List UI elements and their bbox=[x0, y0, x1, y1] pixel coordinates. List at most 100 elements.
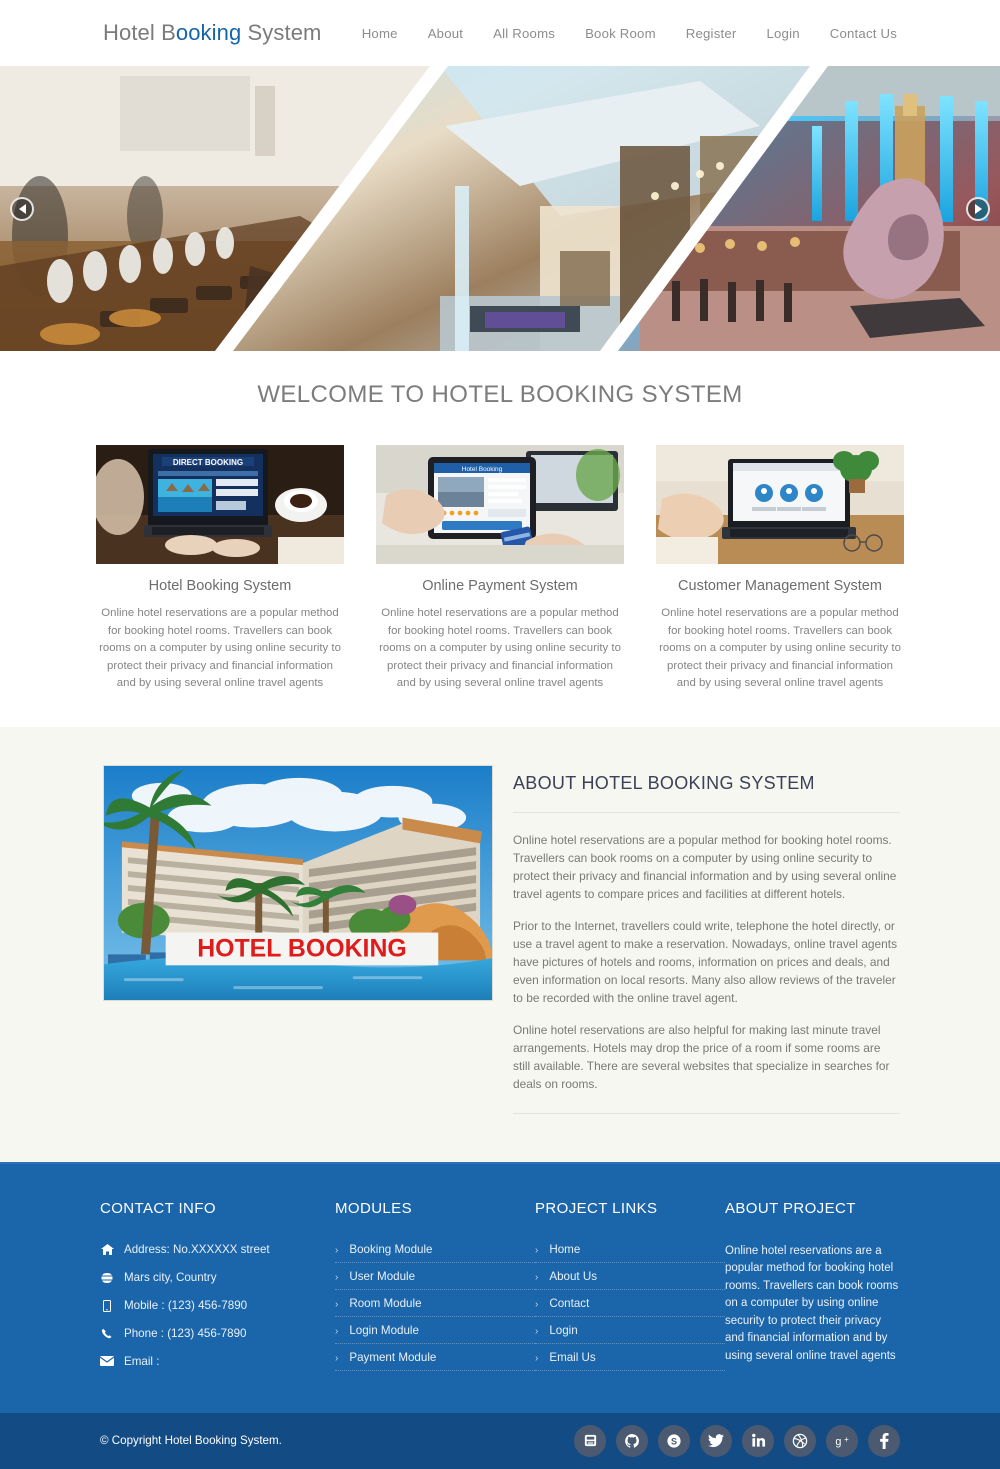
about-project-text: Online hotel reservations are a popular … bbox=[725, 1244, 899, 1362]
feature-title: Online Payment System bbox=[422, 578, 578, 594]
chevron-right-icon: › bbox=[335, 1325, 339, 1337]
feature-image-customer-management bbox=[656, 445, 904, 564]
hero-carousel bbox=[0, 66, 1000, 351]
nav-item-about[interactable]: About bbox=[428, 26, 463, 41]
twitter-icon[interactable] bbox=[700, 1424, 732, 1457]
nav-item-book-room[interactable]: Book Room bbox=[585, 26, 656, 41]
copyright-bar: © Copyright Hotel Booking System. S g + bbox=[0, 1412, 1000, 1469]
contact-row-email: Email : bbox=[100, 1355, 335, 1368]
home-icon bbox=[100, 1243, 114, 1255]
project-link-email-us[interactable]: › Email Us bbox=[535, 1351, 725, 1364]
footer-heading-contact: CONTACT INFO bbox=[100, 1199, 216, 1217]
feature-image-online-payment: Hotel Booking bbox=[376, 445, 624, 564]
feature-text: Online hotel reservations are a popular … bbox=[379, 607, 621, 689]
about-body: ABOUT HOTEL BOOKING SYSTEM Online hotel … bbox=[513, 765, 900, 1114]
about-paragraph-2: Prior to the Internet, travellers could … bbox=[513, 918, 898, 1005]
chevron-left-icon bbox=[18, 203, 26, 214]
footer-heading-modules: MODULES bbox=[335, 1199, 412, 1217]
project-link-label: Login bbox=[549, 1323, 578, 1337]
footer-columns: CONTACT INFO Address: No.XXXXXX street M… bbox=[0, 1200, 1000, 1383]
module-label: Room Module bbox=[349, 1296, 422, 1310]
nav-item-contact-us[interactable]: Contact Us bbox=[830, 26, 897, 41]
main-navigation: Home About All Rooms Book Room Register … bbox=[362, 26, 1000, 41]
contact-address-text: Address: No.XXXXXX street bbox=[124, 1242, 270, 1256]
brand-text-part1: Hotel B bbox=[103, 20, 176, 45]
list-item: › Contact bbox=[535, 1297, 725, 1317]
list-item: › Room Module bbox=[335, 1297, 535, 1317]
feature-title: Hotel Booking System bbox=[148, 578, 292, 594]
brand-logo[interactable]: Hotel Booking System bbox=[103, 20, 321, 46]
chevron-right-icon: › bbox=[335, 1271, 339, 1283]
module-label: Login Module bbox=[349, 1323, 419, 1337]
project-link-label: Email Us bbox=[549, 1350, 596, 1364]
nav-item-home[interactable]: Home bbox=[362, 26, 398, 41]
contact-city-text: Mars city, Country bbox=[124, 1270, 217, 1284]
list-item: › Login bbox=[535, 1324, 725, 1344]
footer-column-modules: MODULES › Booking Module › User Module › Ro… bbox=[335, 1200, 535, 1383]
youtube-icon[interactable] bbox=[574, 1424, 606, 1457]
footer-column-about-project: ABOUT PROJECT Online hotel reservations … bbox=[725, 1200, 900, 1383]
contact-row-city: Mars city, Country bbox=[100, 1271, 335, 1284]
nav-item-register[interactable]: Register bbox=[686, 26, 737, 41]
contact-row-phone: Phone : (123) 456-7890 bbox=[100, 1327, 335, 1340]
feature-image-hotel-booking: DIRECT BOOKING bbox=[96, 445, 344, 564]
list-item: › Payment Module bbox=[335, 1351, 535, 1371]
list-item: › Home bbox=[535, 1243, 725, 1263]
module-link-room[interactable]: › Room Module bbox=[335, 1297, 535, 1310]
chevron-right-icon: › bbox=[335, 1244, 339, 1256]
feature-text: Online hotel reservations are a popular … bbox=[99, 607, 341, 689]
carousel-next-button[interactable] bbox=[966, 196, 990, 221]
contact-row-address: Address: No.XXXXXX street bbox=[100, 1243, 335, 1256]
module-link-user[interactable]: › User Module bbox=[335, 1270, 535, 1283]
contact-email-text: Email : bbox=[124, 1354, 160, 1368]
contact-mobile-text: Mobile : (123) 456-7890 bbox=[124, 1298, 248, 1312]
module-link-booking[interactable]: › Booking Module bbox=[335, 1243, 535, 1256]
chevron-right-icon: › bbox=[335, 1298, 339, 1310]
site-footer: CONTACT INFO Address: No.XXXXXX street M… bbox=[0, 1161, 1000, 1413]
facebook-icon[interactable] bbox=[868, 1424, 900, 1457]
footer-column-project-links: PROJECT LINKS › Home › About Us › Contact ›… bbox=[535, 1200, 725, 1383]
about-section: HOTEL BOOKING ABOUT HOTEL BOOKING SYSTEM… bbox=[0, 726, 1000, 1162]
project-link-login[interactable]: › Login bbox=[535, 1324, 725, 1337]
about-image-wrap: HOTEL BOOKING bbox=[103, 764, 493, 1114]
feature-text: Online hotel reservations are a popular … bbox=[659, 607, 901, 689]
project-link-label: Home bbox=[549, 1242, 581, 1256]
contact-row-mobile: Mobile : (123) 456-7890 bbox=[100, 1299, 335, 1312]
feature-title: Customer Management System bbox=[678, 578, 882, 594]
feature-card-online-payment: Hotel Booking Online Payment System Onli… bbox=[376, 445, 624, 693]
module-label: User Module bbox=[349, 1269, 416, 1283]
linkedin-icon[interactable] bbox=[742, 1424, 774, 1457]
nav-item-all-rooms[interactable]: All Rooms bbox=[493, 26, 555, 41]
site-header: Hotel Booking System Home About All Room… bbox=[0, 0, 1000, 66]
nav-item-login[interactable]: Login bbox=[766, 26, 799, 41]
skype-icon[interactable]: S bbox=[658, 1424, 690, 1457]
feature-card-customer-management: Customer Management System Online hotel … bbox=[656, 445, 904, 693]
project-link-about-us[interactable]: › About Us bbox=[535, 1270, 725, 1283]
google-plus-icon[interactable]: g + bbox=[826, 1424, 858, 1457]
modules-list: › Booking Module › User Module › Room Modul… bbox=[335, 1243, 535, 1371]
chevron-right-icon bbox=[974, 203, 982, 214]
module-link-login[interactable]: › Login Module bbox=[335, 1324, 535, 1337]
brand-text-part2: ooking bbox=[175, 20, 242, 45]
project-links-list: › Home › About Us › Contact › Login › Email U… bbox=[535, 1243, 725, 1371]
list-item: › Email Us bbox=[535, 1351, 725, 1371]
carousel-prev-button[interactable] bbox=[10, 196, 34, 221]
chevron-right-icon: › bbox=[335, 1352, 339, 1364]
mobile-icon bbox=[100, 1299, 114, 1312]
list-item: › Booking Module bbox=[335, 1243, 535, 1263]
welcome-title: WELCOME TO HOTEL BOOKING SYSTEM bbox=[257, 381, 743, 408]
svg-text:S: S bbox=[671, 1436, 677, 1446]
github-icon[interactable] bbox=[616, 1424, 648, 1457]
dribbble-icon[interactable] bbox=[784, 1424, 816, 1457]
list-item: › Login Module bbox=[335, 1324, 535, 1344]
footer-heading-about-project: ABOUT PROJECT bbox=[725, 1199, 856, 1217]
social-links: S g + bbox=[574, 1424, 900, 1457]
project-link-home[interactable]: › Home bbox=[535, 1243, 725, 1256]
project-link-contact[interactable]: › Contact bbox=[535, 1297, 725, 1310]
welcome-section: WELCOME TO HOTEL BOOKING SYSTEM DIRECT B… bbox=[0, 351, 1000, 727]
module-link-payment[interactable]: › Payment Module bbox=[335, 1351, 535, 1364]
project-link-label: Contact bbox=[549, 1296, 590, 1310]
about-divider bbox=[513, 1112, 900, 1114]
feature-cards: DIRECT BOOKING Hotel Booking System Onli… bbox=[0, 445, 1000, 693]
about-image-hotel-resort: HOTEL BOOKING bbox=[103, 764, 493, 1001]
